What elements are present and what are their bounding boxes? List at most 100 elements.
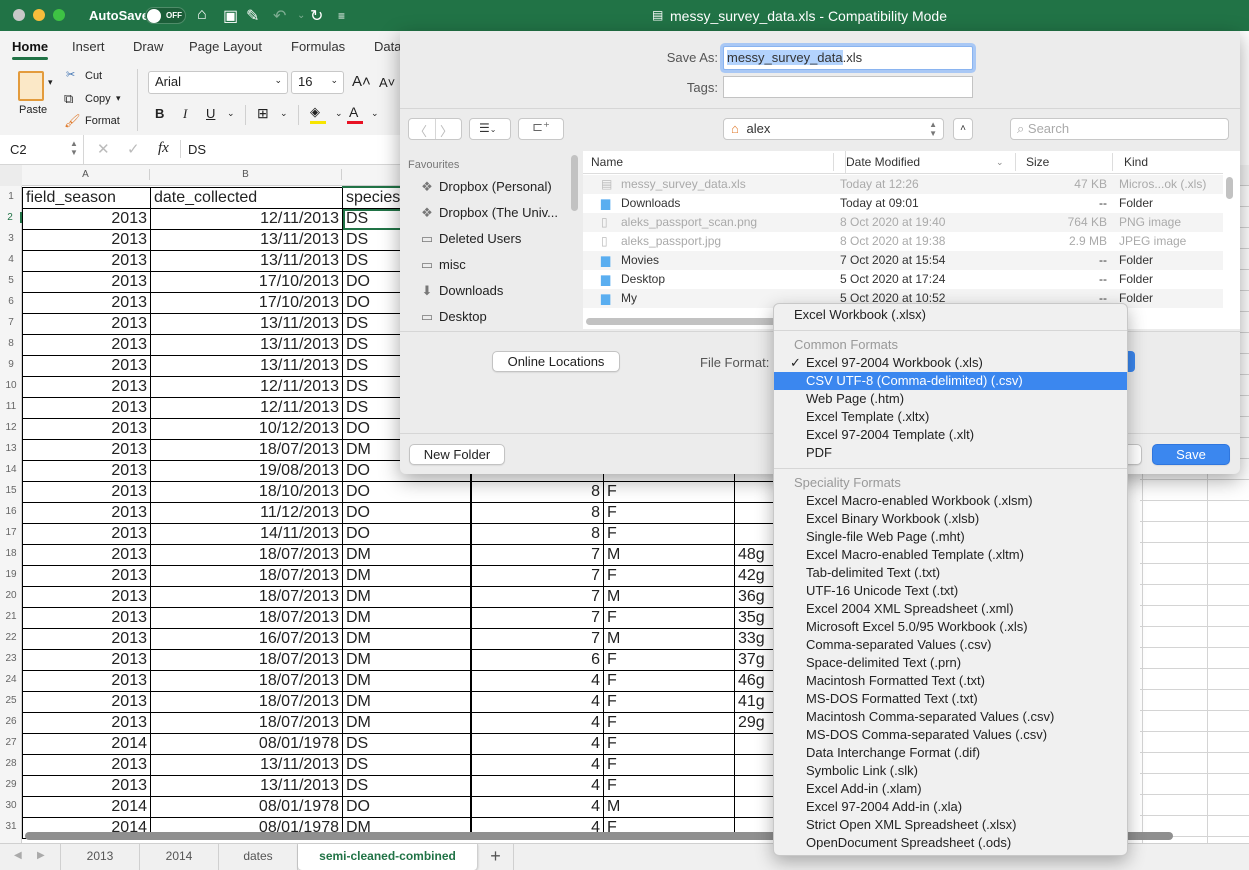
autosave-toggle[interactable]: OFF — [145, 7, 186, 24]
cell[interactable]: field_season — [22, 186, 151, 209]
row-header[interactable]: 3 — [0, 233, 22, 244]
cell[interactable]: 2013 — [22, 334, 151, 356]
insert-function-icon[interactable]: fx — [158, 140, 169, 157]
cell[interactable]: 08/01/1978 — [150, 796, 343, 818]
italic-button[interactable]: I — [183, 106, 187, 122]
sidebar-item-dropbox-personal[interactable]: ❖ Dropbox (Personal) — [418, 177, 552, 197]
menu-item-format[interactable]: Excel Binary Workbook (.xlsb) — [774, 510, 1127, 528]
search-field[interactable]: ⌕ Search — [1010, 118, 1229, 140]
cell[interactable]: 13/11/2013 — [150, 754, 343, 776]
cell[interactable]: 11/12/2013 — [150, 502, 343, 524]
cell[interactable]: 10/12/2013 — [150, 418, 343, 440]
cell[interactable]: 13/11/2013 — [150, 355, 343, 377]
add-sheet-button[interactable]: + — [478, 844, 514, 870]
sidebar-item-misc[interactable]: ▭ misc — [418, 255, 466, 275]
cell[interactable]: 2014 — [22, 733, 151, 755]
sheet-tab-semi-cleaned-combined[interactable]: semi-cleaned-combined — [298, 844, 478, 870]
cell[interactable]: 18/07/2013 — [150, 439, 343, 461]
row-header[interactable]: 1 — [0, 191, 22, 202]
menu-item-format[interactable]: Single-file Web Page (.mht) — [774, 528, 1127, 546]
cell[interactable]: 2013 — [22, 208, 151, 230]
cell[interactable]: 2013 — [22, 502, 151, 524]
sidebar-item-dropbox-the-univ[interactable]: ❖ Dropbox (The Univ... — [418, 203, 558, 223]
cell[interactable]: 8 — [471, 481, 604, 503]
cell[interactable]: 18/07/2013 — [150, 586, 343, 608]
row-header[interactable]: 11 — [0, 401, 22, 412]
cell[interactable]: M — [603, 586, 735, 608]
menu-item-format[interactable]: Symbolic Link (.slk) — [774, 762, 1127, 780]
new-folder-button[interactable]: New Folder — [409, 444, 505, 465]
cell[interactable]: 12/11/2013 — [150, 397, 343, 419]
cancel-edit-icon[interactable]: ✕ — [97, 140, 110, 158]
file-row[interactable]: ▆ Downloads Today at 09:01 -- Folder — [583, 194, 1223, 213]
cell[interactable]: 17/10/2013 — [150, 292, 343, 314]
cell[interactable]: DM — [342, 628, 471, 650]
cell[interactable]: F — [603, 754, 735, 776]
fill-color-dropdown-icon[interactable]: ⌄ — [335, 108, 343, 119]
cell[interactable]: 2013 — [22, 313, 151, 335]
cut-button[interactable]: ✂ Cut — [64, 68, 124, 84]
cell[interactable]: 14/11/2013 — [150, 523, 343, 545]
menu-item-format[interactable]: Excel 97-2004 Template (.xlt) — [774, 426, 1127, 444]
paste-button[interactable]: ▾ Paste — [14, 69, 58, 119]
cell[interactable]: F — [603, 523, 735, 545]
cell[interactable]: 7 — [471, 565, 604, 587]
sheet-tab-2013[interactable]: 2013 — [60, 844, 140, 870]
cell[interactable]: 2013 — [22, 628, 151, 650]
filename-input[interactable]: messy_survey_data.xls — [723, 46, 973, 70]
sidebar-item-desktop[interactable]: ▭ Desktop — [418, 307, 487, 327]
file-row[interactable]: ▤ messy_survey_data.xls Today at 12:26 47 K… — [583, 175, 1223, 194]
bold-button[interactable]: B — [155, 106, 164, 121]
cell[interactable]: 2013 — [22, 775, 151, 797]
cell[interactable]: 2013 — [22, 271, 151, 293]
row-header[interactable]: 16 — [0, 506, 22, 517]
cell[interactable]: 4 — [471, 796, 604, 818]
cell[interactable]: 2013 — [22, 649, 151, 671]
back-icon[interactable]: 〈 — [414, 121, 427, 140]
formula-input[interactable]: DS — [188, 142, 206, 157]
borders-dropdown-icon[interactable]: ⌄ — [280, 108, 288, 119]
column-date-header[interactable]: Date Modified — [845, 151, 920, 173]
row-header[interactable]: 26 — [0, 716, 22, 727]
cell[interactable]: 7 — [471, 607, 604, 629]
cell[interactable]: 2013 — [22, 460, 151, 482]
menu-item-format[interactable]: Macintosh Formatted Text (.txt) — [774, 672, 1127, 690]
file-row[interactable]: ▆ Desktop 5 Oct 2020 at 17:24 -- Folder — [583, 270, 1223, 289]
cell[interactable]: F — [603, 775, 735, 797]
cell[interactable]: 2013 — [22, 418, 151, 440]
cell[interactable]: DM — [342, 670, 471, 692]
menu-item-format[interactable]: MS-DOS Comma-separated Values (.csv) — [774, 726, 1127, 744]
cell[interactable]: DO — [342, 481, 471, 503]
row-header[interactable]: 5 — [0, 275, 22, 286]
cell[interactable]: 2013 — [22, 439, 151, 461]
cell[interactable]: 18/10/2013 — [150, 481, 343, 503]
cell[interactable]: M — [603, 796, 735, 818]
select-all-button[interactable] — [0, 165, 22, 186]
cell[interactable]: 2013 — [22, 397, 151, 419]
cell[interactable]: F — [603, 649, 735, 671]
menu-item-format[interactable]: UTF-16 Unicode Text (.txt) — [774, 582, 1127, 600]
cell[interactable]: 2014 — [22, 796, 151, 818]
menu-item-format[interactable]: CSV UTF-8 (Comma-delimited) (.csv) — [774, 372, 1127, 390]
underline-button[interactable]: U — [206, 106, 215, 121]
cell[interactable]: 4 — [471, 712, 604, 734]
cell[interactable]: DS — [342, 754, 471, 776]
cell[interactable]: 18/07/2013 — [150, 670, 343, 692]
cell[interactable]: DM — [342, 691, 471, 713]
cell[interactable]: 17/10/2013 — [150, 271, 343, 293]
cell[interactable]: 13/11/2013 — [150, 334, 343, 356]
row-header[interactable]: 8 — [0, 338, 22, 349]
cell[interactable]: 7 — [471, 544, 604, 566]
cell[interactable]: 13/11/2013 — [150, 775, 343, 797]
cell[interactable]: 18/07/2013 — [150, 691, 343, 713]
cell[interactable]: 2013 — [22, 544, 151, 566]
borders-icon[interactable]: ⊞ — [257, 105, 269, 122]
previous-sheet-icon[interactable]: ◀ — [14, 850, 22, 861]
close-window-button[interactable] — [13, 9, 25, 21]
cell[interactable]: F — [603, 607, 735, 629]
sidebar-scrollbar[interactable] — [571, 155, 578, 211]
file-row[interactable]: ▆ Movies 7 Oct 2020 at 15:54 -- Folder — [583, 251, 1223, 270]
cell[interactable]: F — [603, 733, 735, 755]
file-list-vertical-scrollbar[interactable] — [1226, 177, 1233, 199]
cell[interactable]: 4 — [471, 754, 604, 776]
